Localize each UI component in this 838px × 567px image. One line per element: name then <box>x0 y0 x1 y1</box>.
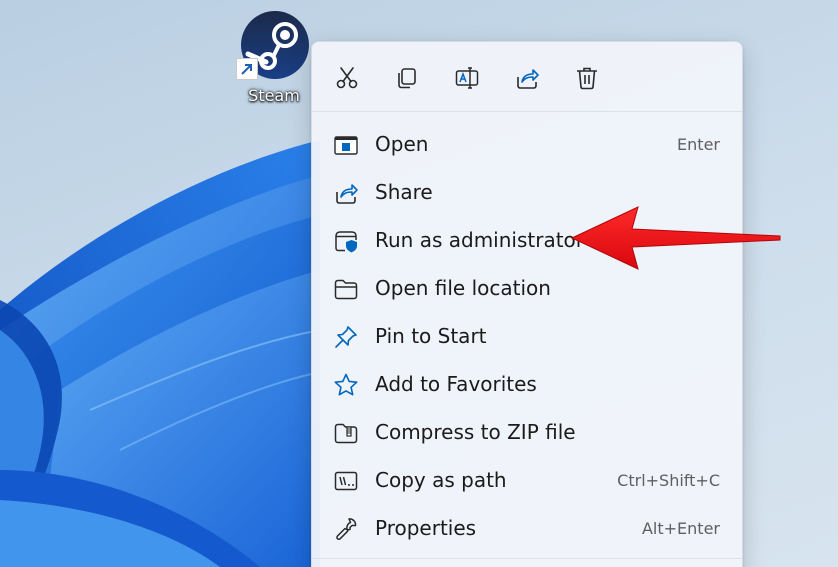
folder-icon <box>333 276 359 302</box>
shield-window-icon <box>333 228 359 254</box>
delete-button[interactable] <box>572 63 602 93</box>
desktop-icon-steam[interactable]: Steam <box>232 8 316 108</box>
cut-button[interactable] <box>332 63 362 93</box>
trash-icon <box>577 67 597 90</box>
menu-item-label: Add to Favorites <box>375 372 537 396</box>
path-icon <box>333 468 359 494</box>
share-icon <box>333 180 359 206</box>
zip-folder-icon <box>333 420 359 446</box>
menu-item-shortcut: Alt+Enter <box>641 519 720 538</box>
menu-item-label: Pin to Start <box>375 324 487 348</box>
menu-item-compress-to-zip[interactable]: Compress to ZIP file <box>312 408 742 456</box>
menu-item-label: Open <box>375 132 429 156</box>
context-menu-items: Open Enter Share Run as administrator Op… <box>312 120 742 552</box>
share-button[interactable] <box>512 63 542 93</box>
copy-button[interactable] <box>392 63 422 93</box>
rename-icon <box>455 67 479 89</box>
menu-item-label: Run as administrator <box>375 228 585 252</box>
rename-button[interactable] <box>452 63 482 93</box>
copy-icon <box>398 68 416 89</box>
menu-item-copy-as-path[interactable]: Copy as path Ctrl+Shift+C <box>312 456 742 504</box>
context-menu: Open Enter Share Run as administrator Op… <box>311 41 743 567</box>
context-menu-toolbar <box>312 42 742 112</box>
menu-item-label: Compress to ZIP file <box>375 420 576 444</box>
menu-item-properties[interactable]: Properties Alt+Enter <box>312 504 742 552</box>
wrench-icon <box>333 516 359 542</box>
menu-item-pin-to-start[interactable]: Pin to Start <box>312 312 742 360</box>
shortcut-arrow-icon <box>236 58 258 80</box>
annotation-arrow <box>570 206 781 270</box>
share-icon <box>517 69 539 89</box>
menu-item-label: Share <box>375 180 433 204</box>
menu-item-shortcut: Enter <box>677 135 720 154</box>
menu-item-label: Properties <box>375 516 477 540</box>
menu-item-open-file-location[interactable]: Open file location <box>312 264 742 312</box>
menu-item-open[interactable]: Open Enter <box>312 120 742 168</box>
menu-item-label: Copy as path <box>375 468 507 492</box>
menu-item-shortcut: Ctrl+Shift+C <box>617 471 720 490</box>
menu-item-add-to-favorites[interactable]: Add to Favorites <box>312 360 742 408</box>
pin-icon <box>333 324 359 350</box>
menu-divider <box>312 558 742 559</box>
scissors-icon <box>336 67 358 89</box>
desktop-icon-label: Steam <box>248 86 300 105</box>
open-window-icon <box>333 132 359 158</box>
star-icon <box>333 372 359 398</box>
menu-item-label: Open file location <box>375 276 551 300</box>
